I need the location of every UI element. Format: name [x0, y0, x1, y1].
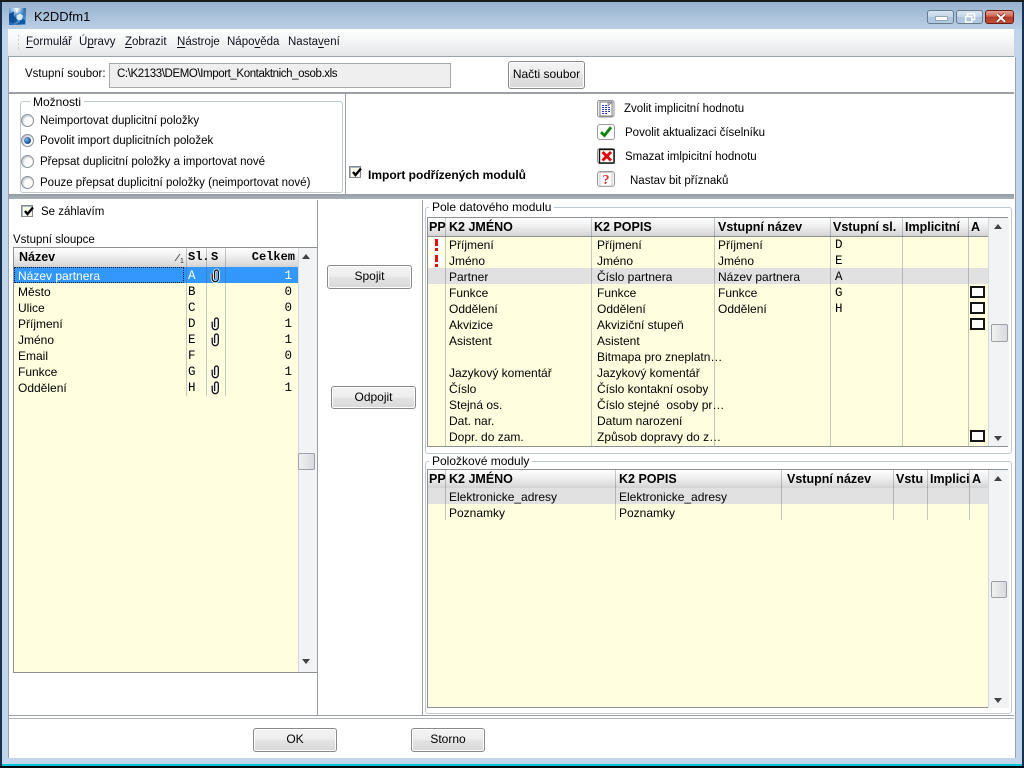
svg-text:?: ? — [603, 173, 610, 188]
svg-text:1: 1 — [180, 258, 184, 264]
